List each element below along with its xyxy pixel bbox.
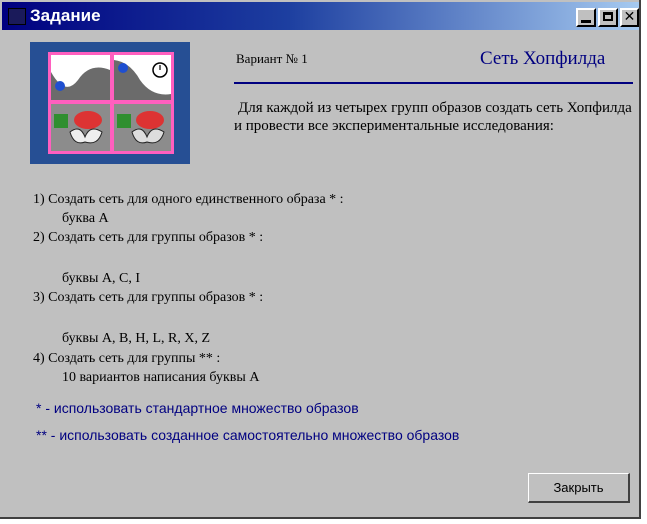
- note-custom-set: ** - использовать созданное самостоятель…: [36, 427, 460, 443]
- task-intro: Для каждой из четырех групп образов созд…: [234, 100, 632, 134]
- task-4-detail: 10 вариантов написания буквы А: [62, 370, 260, 385]
- task-4-label: 4) Создать сеть для группы ** :: [33, 351, 221, 366]
- app-icon: [8, 8, 26, 25]
- minimize-button[interactable]: [576, 8, 596, 27]
- task-2-detail: буквы A, C, I: [62, 271, 141, 286]
- task-window: Задание ✕ Вариант № 1 Сеть Хопфилда Для …: [0, 0, 641, 519]
- note-standard-set: * - использовать стандартное множество о…: [36, 400, 359, 416]
- maximize-button[interactable]: [598, 8, 618, 27]
- close-window-button[interactable]: ✕: [620, 8, 639, 27]
- window-title: Задание: [30, 6, 101, 25]
- header-divider: [234, 82, 633, 84]
- variant-label: Вариант № 1: [236, 51, 308, 66]
- minimize-icon: [581, 20, 591, 23]
- task-3-label: 3) Создать сеть для группы образов * :: [33, 290, 264, 305]
- task-1-label: 1) Создать сеть для одного единственного…: [33, 192, 344, 207]
- hopfield-logo-image: [30, 42, 190, 164]
- close-icon: ✕: [623, 9, 636, 25]
- maximize-icon: [603, 12, 613, 21]
- task-2-label: 2) Создать сеть для группы образов * :: [33, 230, 264, 245]
- task-3-detail: буквы A, B, H, L, R, X, Z: [62, 331, 211, 346]
- close-button[interactable]: Закрыть: [528, 473, 630, 503]
- task-1-detail: буква А: [62, 211, 109, 226]
- network-title: Сеть Хопфилда: [480, 48, 606, 69]
- title-bar[interactable]: Задание ✕: [2, 2, 639, 30]
